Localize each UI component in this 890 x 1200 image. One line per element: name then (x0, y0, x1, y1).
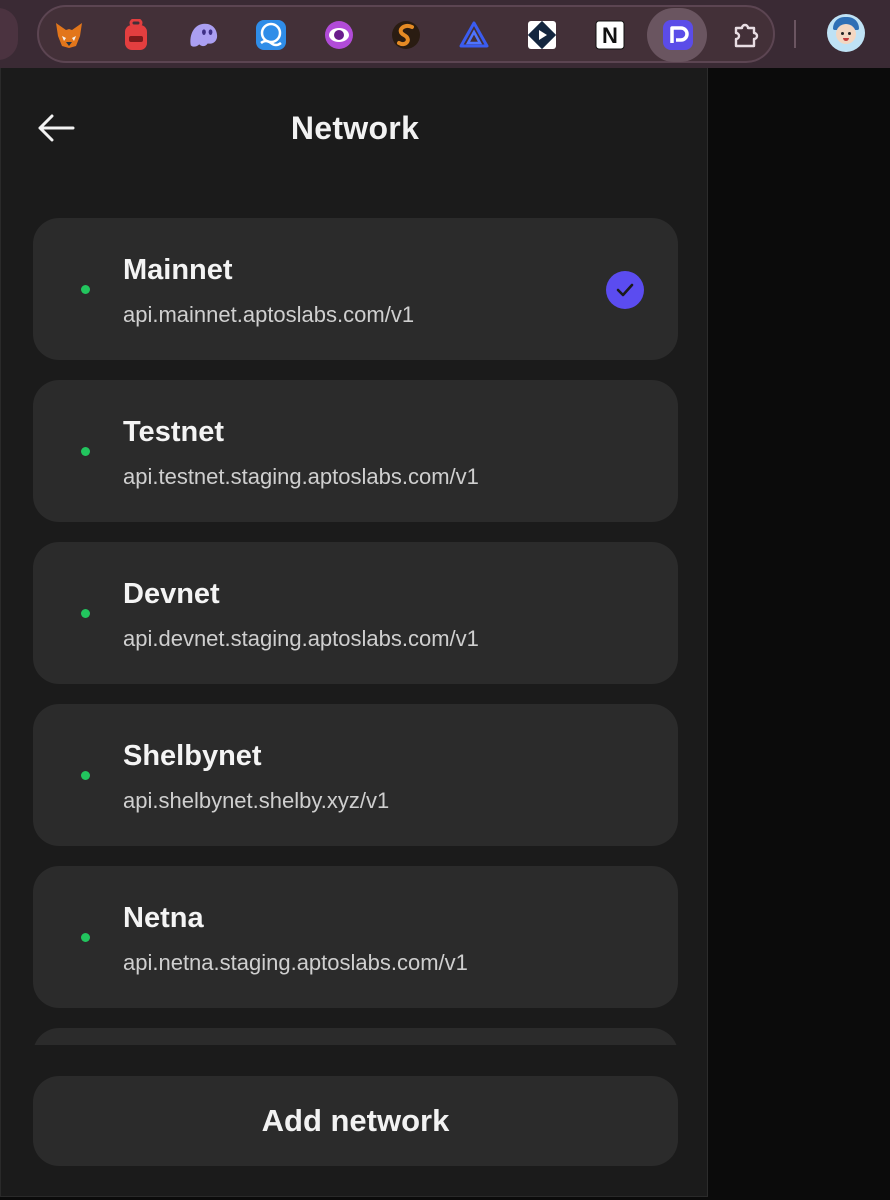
browser-toolbar: N (0, 0, 890, 68)
network-card-testnet[interactable]: Testnet api.testnet.staging.aptoslabs.co… (33, 380, 678, 522)
fox-wallet-icon[interactable] (53, 19, 85, 51)
add-network-button[interactable]: Add network (33, 1076, 678, 1166)
selected-check-icon (606, 271, 644, 309)
network-card-devnet[interactable]: Devnet api.devnet.staging.aptoslabs.com/… (33, 542, 678, 684)
wave-wallet-icon[interactable] (255, 19, 287, 51)
diamond-play-icon[interactable] (526, 19, 558, 51)
notion-icon-letter: N (602, 23, 618, 48)
network-url: api.devnet.staging.aptoslabs.com/v1 (123, 626, 479, 651)
network-name: Shelbynet (123, 740, 262, 772)
extensions-bar: N (37, 5, 775, 63)
status-dot (81, 933, 90, 942)
status-dot (81, 609, 90, 618)
network-card-netna[interactable]: Netna api.netna.staging.aptoslabs.com/v1 (33, 866, 678, 1008)
petra-wallet-icon[interactable] (662, 19, 694, 51)
status-dot (81, 447, 90, 456)
network-popup: Network Mainnet api.mainnet.aptoslabs.co… (0, 68, 708, 1197)
network-list[interactable]: Mainnet api.mainnet.aptoslabs.com/v1 Tes… (33, 218, 678, 1045)
page-title: Network (290, 110, 420, 146)
network-card-shelbynet[interactable]: Shelbynet api.shelbynet.shelby.xyz/v1 (33, 704, 678, 846)
profile-avatar[interactable] (827, 14, 865, 52)
notion-icon[interactable]: N (594, 19, 626, 51)
browser-tab-stub[interactable] (0, 8, 18, 60)
network-url: api.netna.staging.aptoslabs.com/v1 (123, 950, 468, 975)
network-name: Netna (123, 902, 204, 934)
network-name: Devnet (123, 578, 220, 610)
purple-eye-icon[interactable] (323, 19, 355, 51)
phantom-ghost-icon[interactable] (187, 19, 219, 51)
network-card-partial[interactable] (33, 1028, 678, 1045)
network-url: api.testnet.staging.aptoslabs.com/v1 (123, 464, 479, 489)
status-dot (81, 771, 90, 780)
status-dot (81, 285, 90, 294)
network-url: api.mainnet.aptoslabs.com/v1 (123, 302, 415, 327)
backpack-icon[interactable] (120, 19, 152, 51)
network-url: api.shelbynet.shelby.xyz/v1 (123, 788, 390, 813)
triangle-logo-icon[interactable] (458, 19, 490, 51)
network-name: Mainnet (123, 254, 233, 286)
toolbar-divider (794, 20, 796, 48)
s-logo-icon[interactable] (390, 19, 422, 51)
network-name: Testnet (123, 416, 224, 448)
network-card-mainnet[interactable]: Mainnet api.mainnet.aptoslabs.com/v1 (33, 218, 678, 360)
puzzle-piece-icon[interactable] (730, 19, 762, 51)
